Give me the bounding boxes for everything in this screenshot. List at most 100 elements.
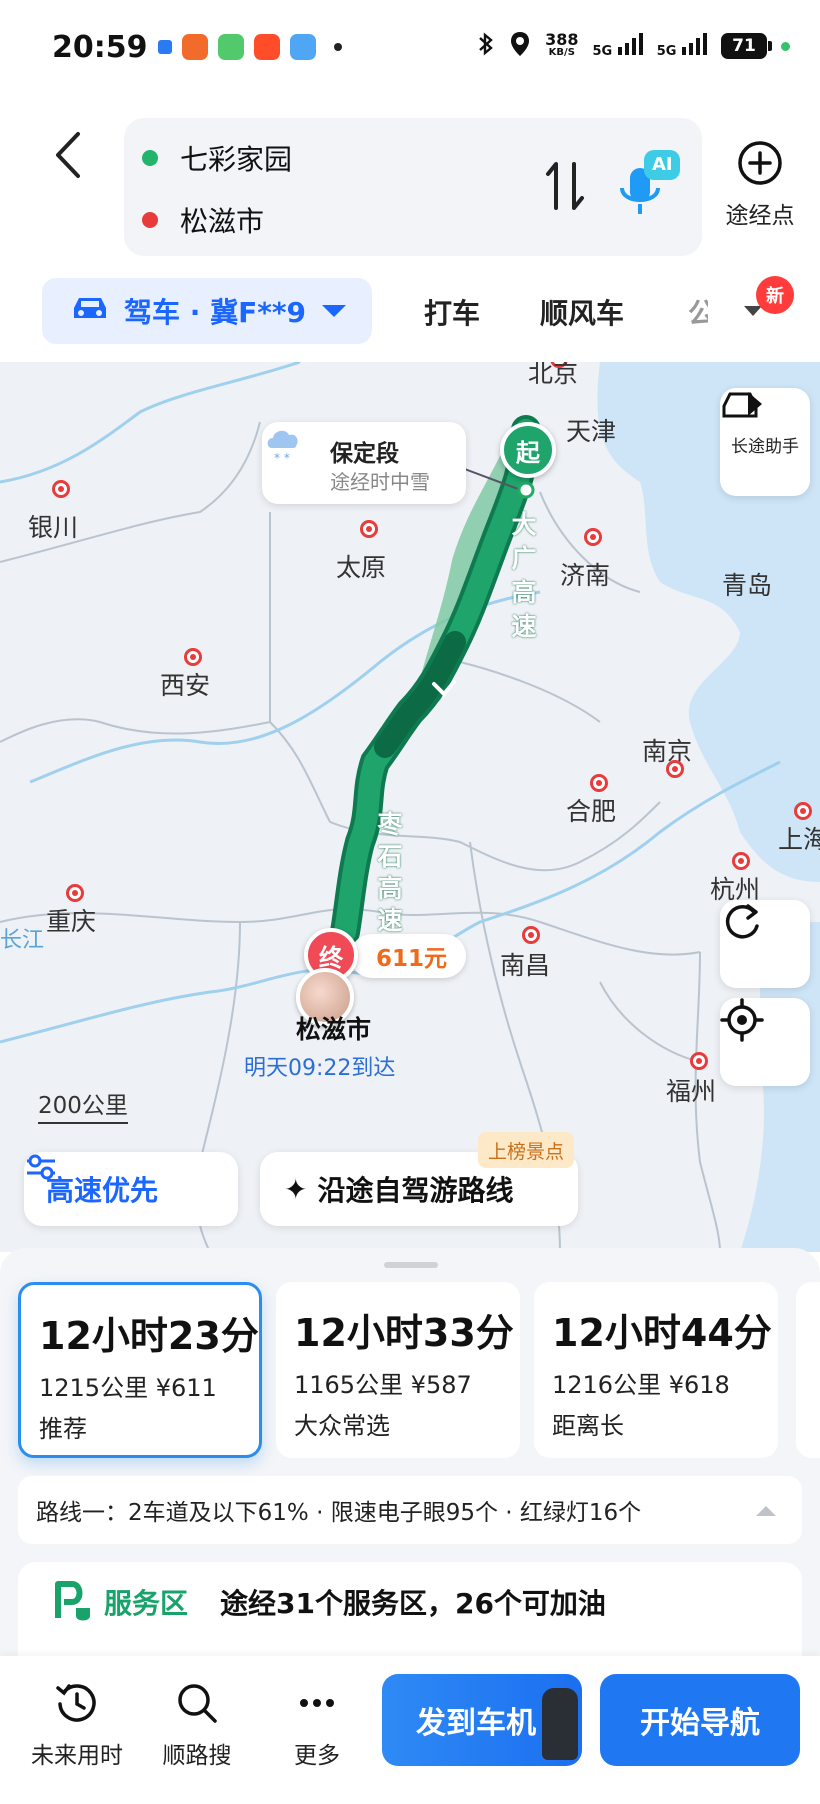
city-jinan: 济南 [560,561,611,590]
privacy-dot [781,41,790,51]
speed-unit: KB/S [548,47,575,58]
tab-drive[interactable]: 驾车 · 冀F**9 [42,278,372,344]
city-beijing: 北京 [528,362,579,388]
yangtze-river-label: 长江 [0,928,45,953]
origin-field[interactable]: 七彩家园 [142,138,292,178]
map-scale: 200公里 [38,1086,128,1124]
road-label-daguang: 大 广 高 速 [510,510,538,642]
highway-priority-chip[interactable]: 高速优先 [24,1152,238,1226]
taiyuan-mark [360,520,378,538]
xian-mark [184,648,202,666]
ai-voice-button[interactable]: AI [618,148,682,224]
service-area-text: 途经31个服务区，26个可加油 [220,1587,606,1620]
ai-badge-text: AI [652,154,673,175]
taobao-icon [254,34,280,60]
road-2-char-1: 枣 [377,810,403,839]
waypoint-label: 途经点 [725,203,795,229]
car-head-unit-icon [542,1688,578,1760]
yinchuan-mark [52,480,70,498]
bottom-action-bar: 未来用时 顺路搜 更多 发到车机 开始导航 [0,1656,820,1804]
route-summary-row[interactable]: 路线一：2车道及以下61% · 限速电子眼95个 · 红绿灯16个 [18,1476,802,1544]
start-navigation-button[interactable]: 开始导航 [600,1674,800,1766]
nanjing-mark [666,760,684,778]
route-summary-text: 路线一：2车道及以下61% · 限速电子眼95个 · 红绿灯16个 [36,1500,642,1526]
more-button[interactable]: 更多 [262,1680,372,1770]
road-2-char-3: 高 [377,874,403,903]
top-spots-badge: 上榜景点 [478,1132,575,1168]
route-option-time: 12小时44分 [552,1311,772,1355]
battery-indicator: 71 [721,33,772,59]
road-2-char-2: 石 [377,842,403,871]
city-fuzhou: 福州 [666,1077,717,1106]
city-taiyuan: 太原 [336,553,387,582]
service-area-label: 服务区 [104,1587,189,1620]
refresh-button[interactable] [720,900,810,988]
panel-grabber[interactable] [384,1262,438,1268]
route-option-time: 12小时33分 [294,1311,514,1355]
signal-1-label: 5G [592,44,613,59]
route-option-tag: 距离长 [552,1412,624,1440]
along-route-search-label: 顺路搜 [162,1743,232,1769]
city-xian: 西安 [160,671,211,700]
signal-2-label: 5G [656,44,677,59]
route-options-panel: 12小时23分 1215公里 ¥611 推荐 12小时33分 1165公里 ¥5… [0,1248,820,1682]
chevron-up-icon [756,1506,776,1516]
fuzhou-mark [690,1052,708,1070]
future-time-button[interactable]: 未来用时 [22,1680,132,1770]
weather-segment-sub: 途经时中雪 [330,470,430,494]
car-icon [70,294,110,329]
city-qingdao: 青岛 [722,571,773,600]
app-icon-blue [158,40,172,54]
route-option-4-partial[interactable] [796,1282,820,1458]
speed-value: 388 [545,30,579,49]
more-dots-icon [300,1699,334,1707]
destination-dot-icon [142,212,158,228]
sparkle-icon: ✦ [284,1172,308,1206]
city-hefei: 合肥 [566,797,617,826]
status-bar: 20:59 388 KB/S 5G 5G 71 [0,0,820,100]
send-to-car-button[interactable]: 发到车机 [382,1674,582,1766]
send-to-car-label: 发到车机 [416,1706,536,1741]
city-tianjin: 天津 [566,417,617,446]
weather-app-icon [290,34,316,60]
shanghai-mark [794,802,812,820]
travel-mode-tabs: 驾车 · 冀F**9 打车 顺风车 公 新 [0,276,820,346]
more-notifications-dot [334,43,342,51]
back-button[interactable] [48,128,92,182]
route-map[interactable]: 北京 天津 银川 太原 济南 青岛 西安 南京 合肥 上海 杭州 重庆 长江 南… [0,362,820,1252]
route-option-2[interactable]: 12小时33分 1165公里 ¥587 大众常选 [276,1282,520,1458]
drive-tab-label: 驾车 · 冀F**9 [124,296,307,329]
tab-public-transit-partial[interactable]: 公 [688,292,708,332]
long-trip-car-icon [722,392,762,418]
chevron-down-icon [322,305,347,317]
road-1-char-3: 高 [511,578,537,607]
road-1-char-2: 广 [511,544,537,573]
weather-alert-card[interactable]: * * 保定段 途经时中雪 [262,422,466,504]
app-icon-orange [182,34,208,60]
swap-route-icon[interactable] [544,158,588,214]
road-1-char-1: 大 [511,510,537,539]
jinan-mark [584,528,602,546]
sliders-icon [27,1154,55,1180]
route-option-1[interactable]: 12小时23分 1215公里 ¥611 推荐 [18,1282,262,1458]
tab-taxi[interactable]: 打车 [424,292,480,332]
locate-me-button[interactable] [720,998,810,1086]
status-indicators: 388 KB/S 5G 5G 71 [477,30,790,62]
long-trip-helper-button[interactable]: 长途助手 [720,388,810,496]
origin-dot-icon [142,150,158,166]
add-waypoint-button[interactable]: 途经点 [714,140,806,230]
destination-field[interactable]: 松滋市 [142,200,264,240]
route-input-box: 七彩家园 松滋市 AI [124,118,702,256]
city-yinchuan: 银川 [28,513,79,542]
tab-carpool[interactable]: 顺风车 [540,292,624,332]
refresh-icon [725,904,759,939]
route-option-3[interactable]: 12小时44分 1216公里 ¥618 距离长 [534,1282,778,1458]
arrival-time: 明天09:22到达 [244,1056,396,1081]
along-route-search-button[interactable]: 顺路搜 [142,1680,252,1770]
chongqing-mark [66,884,84,902]
highway-priority-label: 高速优先 [46,1174,159,1207]
city-chongqing: 重庆 [46,907,97,936]
start-marker[interactable]: 起 [500,422,556,478]
road-label-zaoshi: 枣 石 高 速 [376,810,404,936]
destination-city-label: 松滋市 [296,1015,372,1044]
